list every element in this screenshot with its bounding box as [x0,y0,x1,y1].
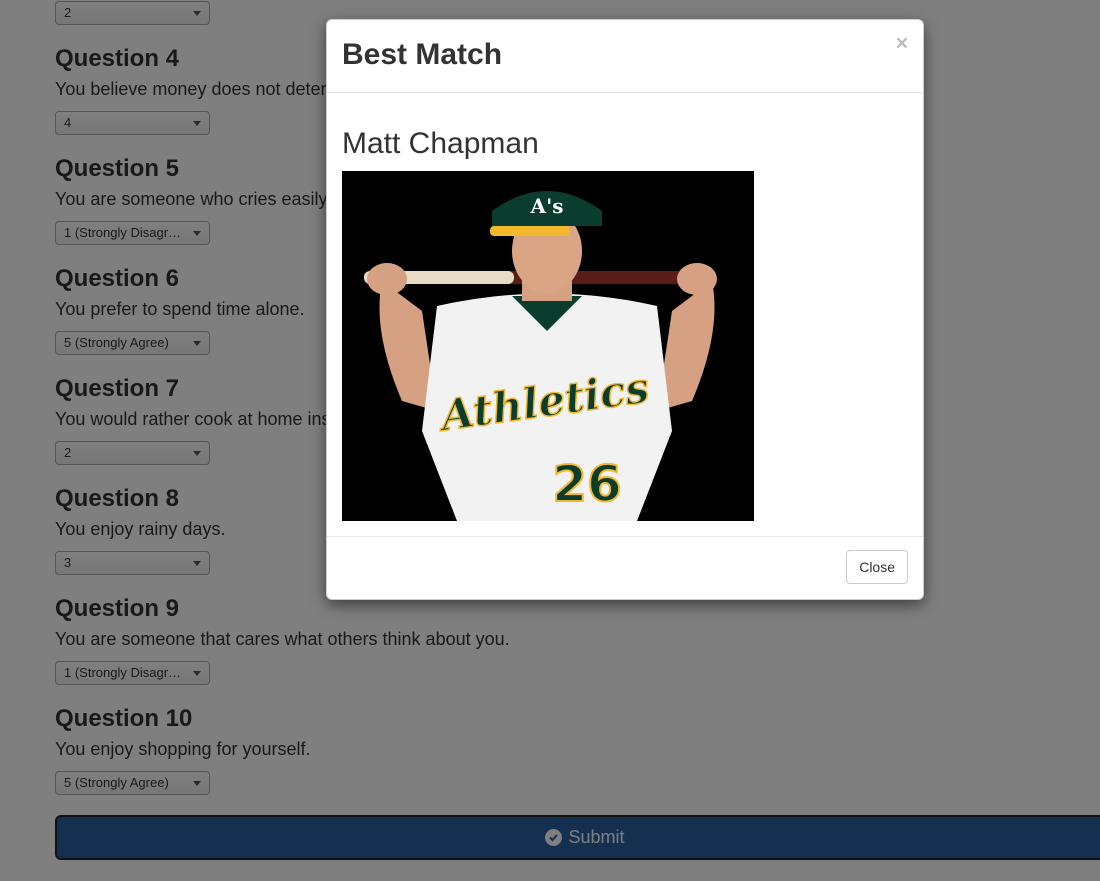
close-icon[interactable]: × [896,32,908,56]
close-button[interactable]: Close [846,550,908,584]
modal-header: Best Match × [327,20,923,93]
cap-logo: A's [530,194,564,218]
player-photo: A's Athletics 26 [342,171,754,521]
modal-body: Matt Chapman A's Athletics 26 [327,93,923,537]
best-match-modal: Best Match × Matt Chapman A's Athletics … [326,19,924,600]
jersey-number: 26 [552,455,622,513]
match-name: Matt Chapman [342,127,539,160]
modal-title: Best Match [342,38,503,71]
